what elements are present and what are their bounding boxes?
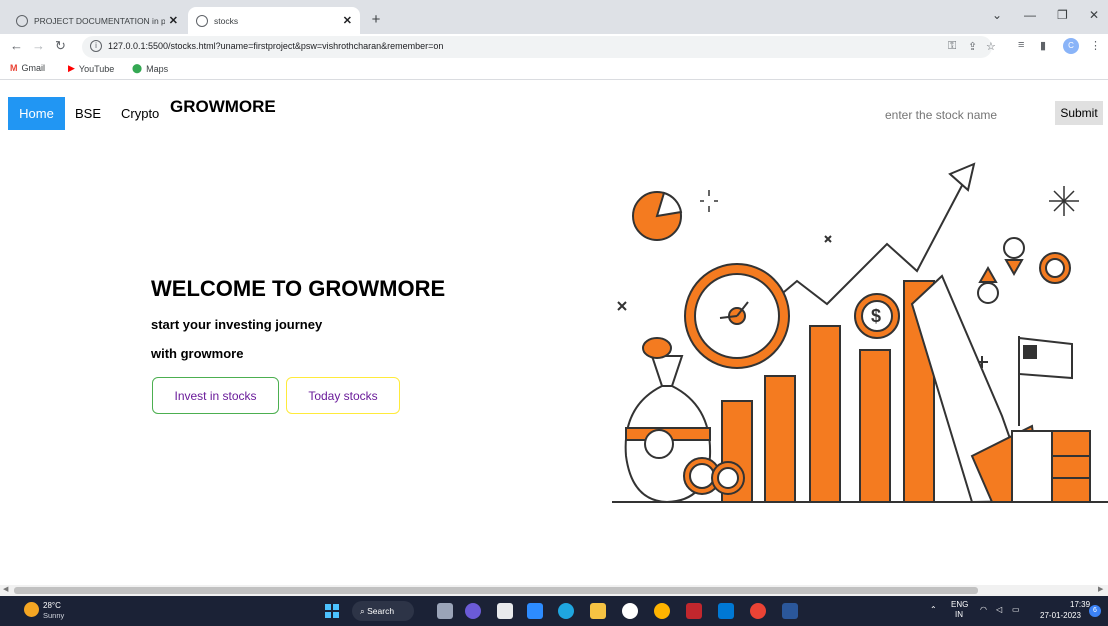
submit-button[interactable]: Submit <box>1055 101 1103 125</box>
bookmark-label: Gmail <box>21 63 46 73</box>
growth-bar <box>764 375 796 503</box>
dollar-coin-icon <box>1039 252 1071 284</box>
maps-icon: ⬤ <box>132 63 143 73</box>
hero-subtitle-line1: start your investing journey <box>151 317 323 332</box>
edge-icon[interactable] <box>558 603 574 619</box>
window-close-button[interactable]: ✕ <box>1089 8 1099 22</box>
new-tab-button[interactable]: + <box>366 10 386 30</box>
bookmark-label: YouTube <box>78 63 115 74</box>
clock-date[interactable]: 27-01-2023 <box>1040 611 1081 620</box>
chat-icon[interactable] <box>465 603 481 619</box>
minimize-button[interactable]: — <box>1024 8 1036 22</box>
stock-search-input[interactable] <box>885 104 1050 126</box>
mcafee-icon[interactable] <box>686 603 702 619</box>
growth-bar <box>859 349 891 503</box>
globe-icon <box>16 14 28 27</box>
weather-temperature[interactable]: 28°C <box>43 601 61 610</box>
scroll-left-icon[interactable]: ◀ <box>3 585 8 593</box>
clock-icon <box>684 263 790 369</box>
browser-toolbar: ← → ↻ i 127.0.0.1:5500/stocks.html?uname… <box>0 34 1108 60</box>
tab-title: stocks <box>214 15 239 26</box>
brand-title: GROWMORE <box>170 97 276 116</box>
coin-stack-icon <box>1011 430 1091 503</box>
dollar-icon: $ <box>871 306 881 326</box>
menu-icon[interactable]: ⋮ <box>1090 39 1101 52</box>
hero-subtitle-line2: with growmore <box>151 346 244 361</box>
bookmarks-bar: M Gmail ▶ YouTube ⬤ Maps <box>0 60 1108 80</box>
battery-icon[interactable]: ▭ <box>1012 605 1020 614</box>
tab-project-documentation[interactable]: PROJECT DOCUMENTATION in p ✕ <box>8 7 186 34</box>
volume-icon[interactable]: ◁ <box>996 605 1002 614</box>
gmail-icon: M <box>10 63 18 73</box>
language-bottom[interactable]: IN <box>955 610 963 619</box>
weather-description[interactable]: Sunny <box>43 611 64 620</box>
nav-home[interactable]: Home <box>8 97 65 130</box>
star-burst-icon <box>1049 186 1079 216</box>
url-text[interactable]: 127.0.0.1:5500/stocks.html?uname=firstpr… <box>108 41 443 51</box>
chevron-up-icon[interactable]: ⌃ <box>930 605 937 614</box>
star-icon[interactable]: ☆ <box>986 40 996 53</box>
tab-search-icon[interactable]: ⌄ <box>992 8 1002 22</box>
info-icon[interactable]: i <box>90 40 102 52</box>
restore-button[interactable]: ❐ <box>1057 8 1068 22</box>
language-top[interactable]: ENG <box>951 600 968 609</box>
reload-icon[interactable]: ↻ <box>55 38 66 54</box>
pie-chart-icon <box>632 191 683 241</box>
chrome-icon[interactable] <box>750 603 766 619</box>
taskbar-search-label: Search <box>367 606 395 616</box>
tab-stocks[interactable]: stocks ✕ <box>188 7 360 34</box>
globe-icon <box>196 14 208 27</box>
app-icon[interactable] <box>654 603 670 619</box>
bookmark-youtube[interactable]: ▶ YouTube <box>68 63 114 74</box>
address-bar[interactable]: i 127.0.0.1:5500/stocks.html?uname=first… <box>82 36 996 58</box>
percent-icon <box>977 237 1025 304</box>
x-mark-icon <box>824 235 832 243</box>
close-icon[interactable]: ✕ <box>169 14 178 27</box>
file-explorer-icon[interactable] <box>590 603 606 619</box>
today-stocks-button[interactable]: Today stocks <box>286 377 400 414</box>
scroll-right-icon[interactable]: ▶ <box>1098 585 1103 593</box>
profile-avatar[interactable]: C <box>1063 38 1079 54</box>
key-icon[interactable]: ⚿ <box>948 40 956 53</box>
task-view-icon[interactable] <box>437 603 453 619</box>
forward-icon[interactable]: → <box>32 38 45 53</box>
notification-badge[interactable]: 6 <box>1089 605 1101 617</box>
vscode-icon[interactable] <box>718 603 734 619</box>
flag-icon <box>1018 336 1073 426</box>
scrollbar-thumb[interactable] <box>14 587 978 594</box>
invest-in-stocks-button[interactable]: Invest in stocks <box>152 377 279 414</box>
nav-crypto[interactable]: Crypto <box>121 106 159 121</box>
zoom-icon[interactable] <box>527 603 543 619</box>
web-page: Home BSE Crypto GROWMORE Submit WELCOME … <box>0 80 1108 585</box>
sun-icon[interactable] <box>24 602 39 617</box>
word-icon[interactable] <box>782 603 798 619</box>
browser-tabstrip: PROJECT DOCUMENTATION in p ✕ stocks ✕ + … <box>0 0 1108 34</box>
reading-list-icon[interactable]: ≡ <box>1018 39 1024 51</box>
sparkle-icon <box>700 190 718 212</box>
youtube-icon: ▶ <box>68 63 75 73</box>
nav-bse[interactable]: BSE <box>75 106 101 121</box>
clock-time[interactable]: 17:39 <box>1070 600 1090 609</box>
bookmark-gmail[interactable]: M Gmail <box>10 63 45 73</box>
hero-title: WELCOME TO GROWMORE <box>151 276 446 301</box>
github-icon[interactable] <box>622 603 638 619</box>
horizontal-scrollbar[interactable]: ◀ ▶ <box>0 585 1108 596</box>
coin-icon <box>683 457 745 495</box>
close-icon[interactable]: ✕ <box>343 14 352 27</box>
wifi-icon[interactable]: ◠ <box>980 605 987 614</box>
bookmark-maps[interactable]: ⬤ Maps <box>132 63 168 74</box>
side-panel-icon[interactable]: ▮ <box>1040 39 1046 52</box>
x-mark-icon <box>617 301 627 311</box>
share-icon[interactable]: ⇪ <box>968 40 977 53</box>
tab-title: PROJECT DOCUMENTATION in p <box>34 15 165 26</box>
windows-start-icon[interactable] <box>325 604 339 618</box>
growth-bar <box>809 325 841 503</box>
taskbar-search[interactable]: ⌕ Search <box>352 601 414 621</box>
back-icon[interactable]: ← <box>10 38 23 53</box>
bookmark-label: Maps <box>146 63 169 74</box>
store-icon[interactable] <box>497 603 513 619</box>
windows-taskbar: 28°C Sunny ⌕ Search ⌃ ENG IN ◠ ◁ ▭ 17:39… <box>0 596 1108 626</box>
investment-growth-illustration: $ <box>612 162 1108 504</box>
